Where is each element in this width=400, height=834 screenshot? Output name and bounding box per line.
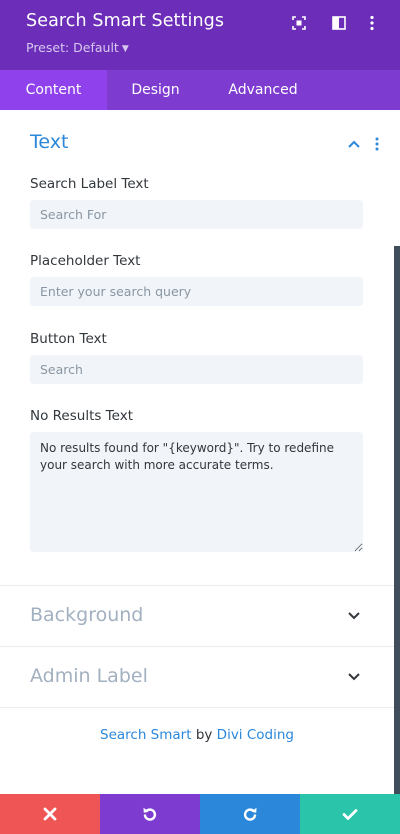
button-text-input[interactable] bbox=[30, 355, 363, 384]
no-results-text-input[interactable]: No results found for "{keyword}". Try to… bbox=[30, 432, 363, 552]
divider bbox=[0, 646, 394, 647]
caret-down-icon: ▼ bbox=[121, 44, 129, 54]
settings-content: Text Search Label Text Placeholder Text … bbox=[0, 110, 400, 794]
close-icon bbox=[43, 807, 57, 821]
placeholder-text-label: Placeholder Text bbox=[30, 253, 141, 269]
tab-advanced[interactable]: Advanced bbox=[204, 70, 322, 110]
settings-header: Search Smart Settings Preset: Default ▼ bbox=[0, 0, 400, 70]
cancel-button[interactable] bbox=[0, 794, 100, 834]
chevron-down-icon[interactable] bbox=[347, 609, 361, 623]
scrollbar[interactable] bbox=[394, 246, 400, 794]
redo-button[interactable] bbox=[200, 794, 300, 834]
no-results-text-label: No Results Text bbox=[30, 408, 133, 424]
modal-title: Search Smart Settings bbox=[26, 11, 225, 31]
credit-by: by bbox=[195, 727, 213, 743]
action-bar bbox=[0, 794, 400, 834]
placeholder-text-input[interactable] bbox=[30, 277, 363, 306]
section-menu-icon[interactable] bbox=[370, 137, 384, 151]
redo-icon bbox=[243, 807, 257, 821]
divider bbox=[0, 707, 394, 708]
focus-icon[interactable] bbox=[289, 13, 309, 33]
plugin-credit: Search Smart by Divi Coding bbox=[0, 727, 394, 743]
chevron-up-icon[interactable] bbox=[347, 137, 361, 151]
preset-dropdown[interactable]: Preset: Default ▼ bbox=[26, 40, 129, 55]
preset-label: Preset: Default bbox=[26, 40, 119, 55]
check-icon bbox=[342, 808, 358, 820]
tab-content[interactable]: Content bbox=[0, 70, 107, 110]
plugin-link[interactable]: Search Smart bbox=[100, 727, 192, 743]
search-label-text-input[interactable] bbox=[30, 200, 363, 229]
section-title-background[interactable]: Background bbox=[30, 604, 143, 626]
split-view-icon[interactable] bbox=[329, 13, 349, 33]
search-label-text-label: Search Label Text bbox=[30, 176, 149, 192]
settings-tabs: Content Design Advanced bbox=[0, 70, 400, 110]
button-text-label: Button Text bbox=[30, 331, 107, 347]
section-title-admin-label[interactable]: Admin Label bbox=[30, 665, 148, 687]
chevron-down-icon[interactable] bbox=[347, 670, 361, 684]
tab-design[interactable]: Design bbox=[107, 70, 204, 110]
undo-icon bbox=[143, 807, 157, 821]
more-vertical-icon[interactable] bbox=[362, 13, 382, 33]
divider bbox=[0, 585, 394, 586]
undo-button[interactable] bbox=[100, 794, 200, 834]
save-button[interactable] bbox=[300, 794, 400, 834]
author-link[interactable]: Divi Coding bbox=[217, 727, 294, 743]
section-title-text[interactable]: Text bbox=[30, 131, 68, 153]
